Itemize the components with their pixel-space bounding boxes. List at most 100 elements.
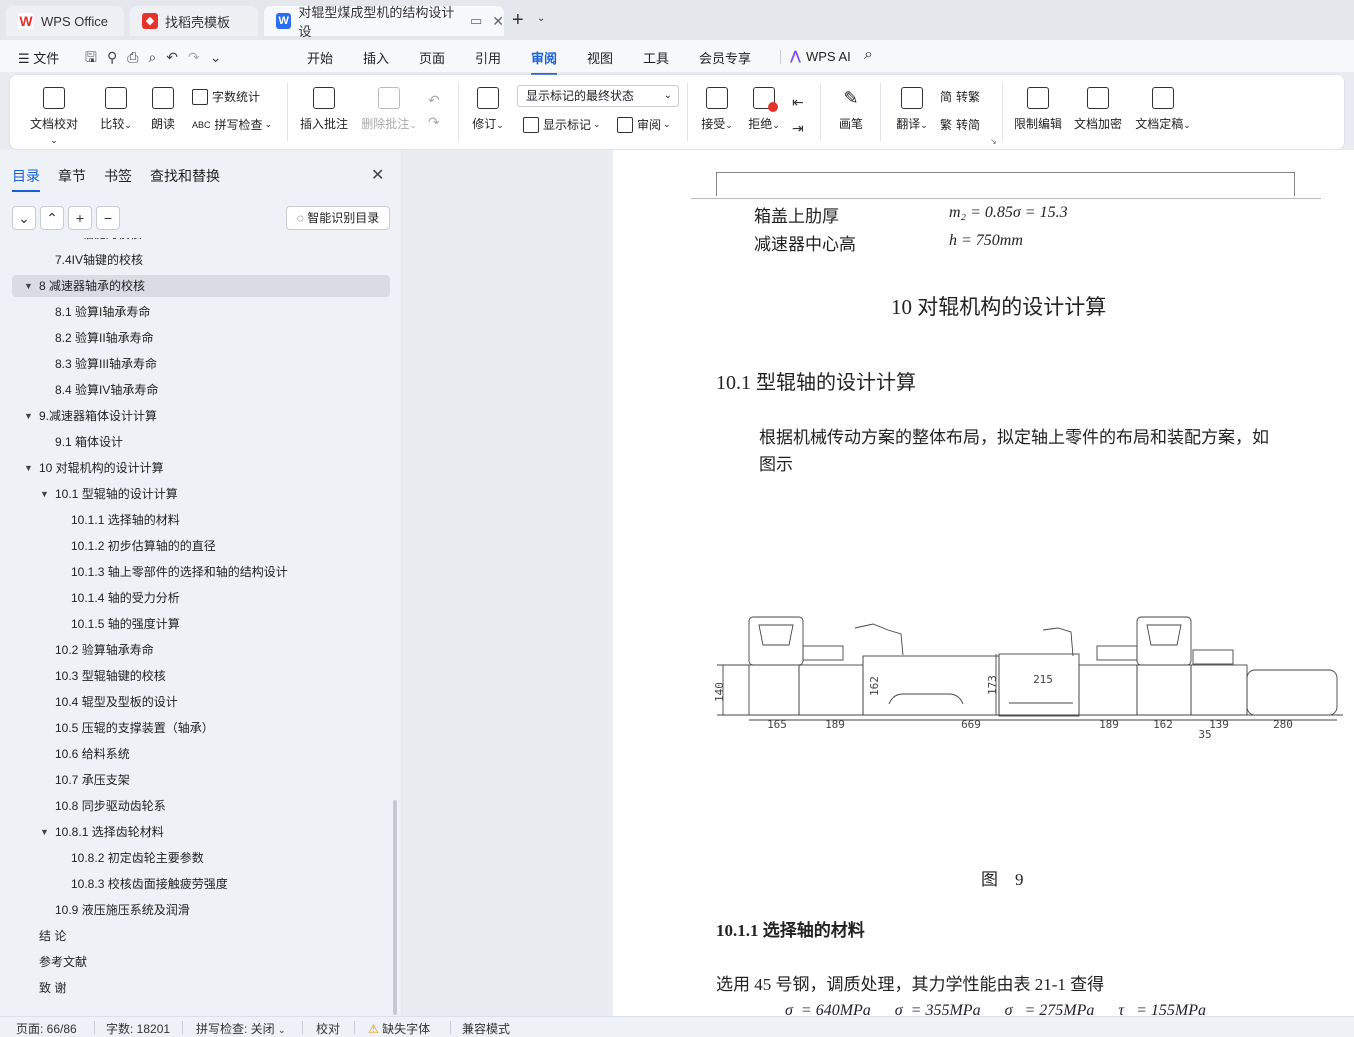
file-menu[interactable]: ☰ 文件 bbox=[18, 48, 59, 67]
toc-item[interactable]: 10.1.4 轴的受力分析 bbox=[0, 587, 390, 609]
review-pane-button[interactable]: 审阅 ⌄ bbox=[617, 116, 671, 133]
close-icon[interactable]: ✕ bbox=[371, 165, 384, 185]
toc-item[interactable]: 10.8.2 初定齿轮主要参数 bbox=[0, 847, 390, 869]
to-traditional-button[interactable]: 简转繁 bbox=[940, 88, 980, 105]
toc-item[interactable]: 10.4 辊型及型板的设计 bbox=[0, 691, 390, 713]
tab-document[interactable]: W 对辊型煤成型机的结构设计 设 ▭ ✕ bbox=[264, 5, 504, 39]
toc-item[interactable]: ▼ 10.1 型辊轴的设计计算 bbox=[0, 483, 390, 505]
preview-icon[interactable]: ⌕ bbox=[148, 49, 166, 65]
remove-level-button[interactable]: − bbox=[96, 206, 120, 230]
pen-button[interactable]: ✎ 画笔 bbox=[836, 87, 866, 132]
chevron-down-icon[interactable]: ⌄ bbox=[537, 13, 545, 24]
encrypt-button[interactable]: 文档加密 bbox=[1072, 87, 1124, 132]
smart-toc-button[interactable]: ◌ 智能识别目录 bbox=[286, 206, 390, 230]
tab-template[interactable]: ◆ 找稻壳模板 bbox=[130, 6, 258, 36]
toc-item[interactable]: ▼ 10 对辊机构的设计计算 bbox=[0, 457, 390, 479]
share-icon[interactable]: ⚲ bbox=[107, 49, 127, 65]
markup-select[interactable]: 显示标记的最终状态 ⌄ bbox=[517, 85, 679, 107]
toc-item[interactable]: 7.3III轴键的校核 bbox=[0, 238, 390, 245]
search-icon[interactable]: ⌕ bbox=[864, 46, 873, 64]
expand-icon[interactable]: ↘ bbox=[990, 137, 997, 146]
expand-triangle-icon[interactable]: ▼ bbox=[24, 275, 33, 297]
toc-item[interactable]: 10.1.3 轴上零部件的选择和轴的结构设计 bbox=[0, 561, 390, 583]
spell-check-button[interactable]: ABC 拼写检查 ⌄ bbox=[192, 116, 272, 133]
wps-ai-button[interactable]: ⋀ WPS AI bbox=[790, 48, 851, 64]
toc-item[interactable]: ▼ 8 减速器轴承的校核 bbox=[12, 275, 390, 297]
toc-item[interactable]: 结 论 bbox=[0, 925, 390, 947]
monitor-icon[interactable]: ▭ bbox=[470, 13, 482, 29]
reject-button[interactable]: 拒绝⌄ bbox=[745, 87, 783, 132]
close-tab-icon[interactable]: ✕ bbox=[492, 13, 504, 30]
redo-icon[interactable]: ↷ bbox=[188, 49, 210, 65]
toc-item[interactable]: ▼ 9.减速器箱体设计计算 bbox=[0, 405, 390, 427]
to-simplified-button[interactable]: 繁转简 bbox=[940, 116, 980, 133]
toc-item[interactable]: ▼ 10.8.1 选择齿轮材料 bbox=[0, 821, 390, 843]
tab-toc[interactable]: 目录 bbox=[12, 166, 40, 192]
show-markup-button[interactable]: 显示标记 ⌄ bbox=[523, 116, 601, 133]
toc-item[interactable]: 10.1.1 选择轴的材料 bbox=[0, 509, 390, 531]
toc-item[interactable]: 10.8.3 校核齿面接触疲劳强度 bbox=[0, 873, 390, 895]
scrollbar[interactable] bbox=[393, 800, 397, 1015]
tab-find-replace[interactable]: 查找和替换 bbox=[150, 166, 220, 186]
toc-item[interactable]: 10.8 同步驱动齿轮系 bbox=[0, 795, 390, 817]
proof-button[interactable]: 校对 bbox=[316, 1020, 340, 1037]
comment-nav-icons[interactable]: ↶ ↷ bbox=[428, 89, 440, 133]
word-count-indicator[interactable]: 字数: 18201 bbox=[106, 1020, 170, 1037]
accept-button[interactable]: 接受⌄ bbox=[698, 87, 736, 132]
add-level-button[interactable]: + bbox=[68, 206, 92, 230]
menu-review[interactable]: 审阅 bbox=[531, 48, 558, 75]
restrict-edit-button[interactable]: 限制编辑 bbox=[1012, 87, 1064, 132]
toc-item[interactable]: 10.5 压辊的支撑装置（轴承） bbox=[0, 717, 390, 739]
toc-item[interactable]: 10.6 给料系统 bbox=[0, 743, 390, 765]
save-icon[interactable]: 🖫 bbox=[85, 49, 107, 65]
menu-vip[interactable]: 会员专享 bbox=[699, 48, 751, 67]
document-page[interactable]: 箱盖上肋厚 m₂ = 0.85σ = 15.3 减速器中心高 h = 750mm… bbox=[613, 150, 1354, 1016]
insert-comment-button[interactable]: 插入批注 bbox=[298, 87, 350, 132]
menu-page[interactable]: 页面 bbox=[419, 48, 445, 67]
menu-start[interactable]: 开始 bbox=[307, 48, 333, 67]
toc-item[interactable]: 10.9 液压施压系统及润滑 bbox=[0, 899, 390, 921]
word-count-button[interactable]: 字数统计 bbox=[192, 88, 260, 105]
toc-item[interactable]: 致 谢 bbox=[0, 977, 390, 999]
toc-item[interactable]: 8.1 验算I轴承寿命 bbox=[0, 301, 390, 323]
toc-item[interactable]: 8.4 验算IV轴承寿命 bbox=[0, 379, 390, 401]
tab-wps-office[interactable]: W WPS Office bbox=[6, 6, 124, 36]
expand-triangle-icon[interactable]: ▼ bbox=[24, 405, 33, 427]
page-indicator[interactable]: 页面: 66/86 bbox=[16, 1020, 77, 1037]
toc-item[interactable]: 10.1.2 初步估算轴的的直径 bbox=[0, 535, 390, 557]
menu-tools[interactable]: 工具 bbox=[643, 48, 669, 67]
read-aloud-button[interactable]: 朗读 bbox=[148, 87, 178, 132]
tab-bookmark[interactable]: 书签 bbox=[104, 166, 132, 186]
toc-item[interactable]: 参考文献 bbox=[0, 951, 390, 973]
doc-check-button[interactable]: 文档校对⌄ bbox=[28, 87, 80, 146]
menu-insert[interactable]: 插入 bbox=[363, 48, 389, 67]
expand-triangle-icon[interactable]: ▼ bbox=[40, 821, 49, 843]
missing-font-button[interactable]: ⚠ 缺失字体 bbox=[368, 1020, 430, 1037]
new-tab-icon[interactable]: + bbox=[512, 9, 524, 32]
menu-view[interactable]: 视图 bbox=[587, 48, 613, 67]
toc-item[interactable]: 10.7 承压支架 bbox=[0, 769, 390, 791]
finalize-button[interactable]: 文档定稿⌄ bbox=[1132, 87, 1194, 132]
translate-button[interactable]: 翻译⌄ bbox=[892, 87, 932, 132]
compare-button[interactable]: 比较⌄ bbox=[96, 87, 136, 132]
toc-item[interactable]: 8.3 验算III轴承寿命 bbox=[0, 353, 390, 375]
expand-down-button[interactable]: ⌄ bbox=[12, 206, 36, 230]
toc-item[interactable]: 7.4IV轴键的校核 bbox=[0, 249, 390, 271]
toc-item[interactable]: 8.2 验算II轴承寿命 bbox=[0, 327, 390, 349]
more-icon[interactable]: ⌄ bbox=[210, 49, 232, 65]
toc-item[interactable]: 10.2 验算轴承寿命 bbox=[0, 639, 390, 661]
print-icon[interactable]: ⎙ bbox=[127, 49, 148, 65]
collapse-up-button[interactable]: ⌃ bbox=[40, 206, 64, 230]
toc-item[interactable]: 9.1 箱体设计 bbox=[0, 431, 390, 453]
revise-button[interactable]: 修订⌄ bbox=[468, 87, 508, 132]
undo-icon[interactable]: ↶ bbox=[166, 49, 188, 65]
expand-triangle-icon[interactable]: ▼ bbox=[40, 483, 49, 505]
delete-comment-button[interactable]: 删除批注⌄ bbox=[359, 87, 419, 132]
revision-nav-icons[interactable]: ⇤ ⇥ bbox=[792, 89, 804, 141]
tab-chapter[interactable]: 章节 bbox=[58, 166, 86, 186]
toc-item[interactable]: 10.3 型辊轴键的校核 bbox=[0, 665, 390, 687]
spell-check-indicator[interactable]: 拼写检查: 关闭 ⌄ bbox=[196, 1020, 286, 1037]
menu-reference[interactable]: 引用 bbox=[475, 48, 501, 67]
quick-access-toolbar[interactable]: 🖫⚲⎙⌕↶↷⌄ bbox=[85, 47, 231, 71]
toc-item[interactable]: 10.1.5 轴的强度计算 bbox=[0, 613, 390, 635]
